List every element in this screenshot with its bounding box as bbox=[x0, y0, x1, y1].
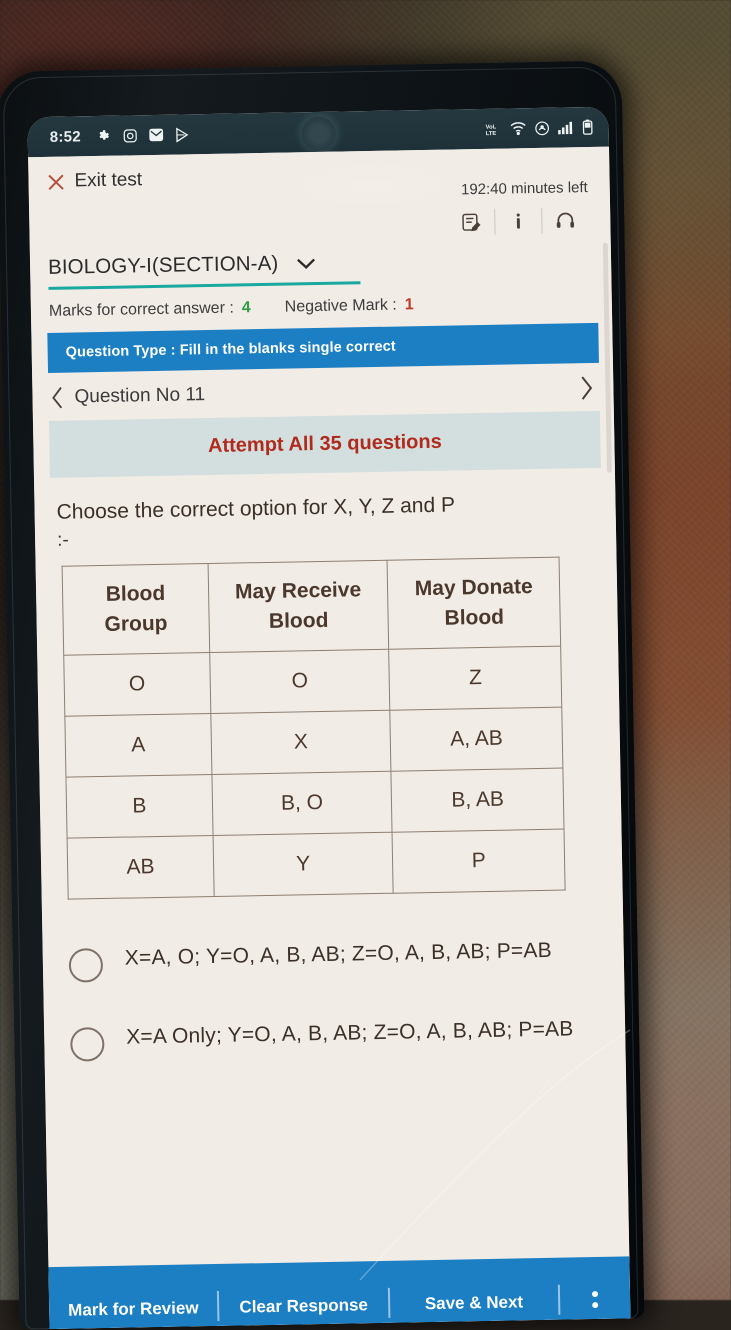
table-header-cell: May Donate Blood bbox=[387, 558, 560, 650]
phone-device: 8:52 bbox=[0, 60, 644, 1329]
question-number-label: Question No 11 bbox=[74, 384, 205, 408]
table-cell: O bbox=[64, 653, 211, 717]
table-cell: B bbox=[66, 775, 213, 839]
option-1[interactable]: X=A, O; Y=O, A, B, AB; Z=O, A, B, AB; P=… bbox=[60, 914, 606, 1003]
table-cell: X bbox=[211, 710, 392, 774]
headset-support-icon[interactable] bbox=[542, 200, 589, 241]
table-row: A X A, AB bbox=[65, 707, 563, 777]
attempt-all-banner: Attempt All 35 questions bbox=[49, 411, 601, 478]
table-row: B B, O B, AB bbox=[66, 768, 564, 838]
info-icon[interactable] bbox=[495, 201, 542, 242]
table-row: AB Y P bbox=[67, 829, 565, 899]
test-app-body: Exit test 192:40 minutes left bbox=[28, 147, 630, 1329]
note-edit-icon[interactable] bbox=[448, 202, 495, 243]
negative-label: Negative Mark : bbox=[285, 297, 397, 317]
table-cell: P bbox=[392, 829, 565, 893]
table-row: O O Z bbox=[64, 646, 562, 716]
header-line: Blood bbox=[269, 609, 329, 633]
header-line: Blood bbox=[106, 582, 166, 606]
save-and-next-button[interactable]: Save & Next bbox=[389, 1266, 558, 1315]
marks-label: Marks for correct answer : bbox=[49, 300, 234, 321]
table-cell: O bbox=[209, 649, 390, 713]
mark-for-review-button[interactable]: Mark for Review bbox=[49, 1272, 218, 1321]
exit-test-label: Exit test bbox=[74, 169, 142, 192]
vibrate-icon bbox=[535, 120, 550, 135]
header-line: May Donate bbox=[415, 576, 533, 601]
status-clock: 8:52 bbox=[50, 128, 82, 146]
battery-icon bbox=[582, 119, 592, 135]
table-header-cell: May Receive Blood bbox=[208, 561, 389, 653]
answer-options: X=A, O; Y=O, A, B, AB; Z=O, A, B, AB; P=… bbox=[42, 890, 626, 1083]
question-body: Choose the correct option for X, Y, Z an… bbox=[34, 468, 623, 901]
signal-bars-icon bbox=[558, 120, 575, 134]
settings-gear-icon bbox=[97, 128, 112, 143]
clear-response-button[interactable]: Clear Response bbox=[219, 1269, 388, 1318]
mail-icon bbox=[149, 128, 164, 142]
table-cell: Y bbox=[213, 832, 394, 896]
svg-text:LTE: LTE bbox=[486, 131, 497, 137]
bottom-action-bar: Mark for Review Clear Response Save & Ne… bbox=[48, 1256, 630, 1329]
front-camera-punch-hole bbox=[301, 116, 336, 151]
exit-test-button[interactable]: Exit test bbox=[46, 169, 142, 193]
instagram-icon bbox=[123, 128, 138, 143]
header-line: May Receive bbox=[235, 579, 361, 604]
table-cell: AB bbox=[67, 836, 214, 900]
radio-button-icon[interactable] bbox=[70, 1027, 105, 1062]
wifi-icon bbox=[510, 121, 527, 135]
table-header-row: Blood Group May Receive Blood May Donate… bbox=[62, 558, 561, 656]
close-icon bbox=[46, 172, 65, 191]
chevron-down-icon[interactable] bbox=[296, 257, 316, 270]
blood-group-table: Blood Group May Receive Blood May Donate… bbox=[62, 557, 566, 900]
header-line: Group bbox=[104, 612, 167, 636]
table-cell: B, O bbox=[212, 771, 393, 835]
volte-icon: VoL LTE bbox=[486, 121, 502, 136]
header-line: Blood bbox=[444, 606, 504, 630]
option-label: X=A Only; Y=O, A, B, AB; Z=O, A, B, AB; … bbox=[126, 1013, 574, 1053]
status-right-icons: VoL LTE bbox=[486, 119, 593, 137]
option-label: X=A, O; Y=O, A, B, AB; Z=O, A, B, AB; P=… bbox=[125, 935, 553, 975]
table-cell: Z bbox=[389, 646, 562, 710]
more-vertical-icon[interactable] bbox=[560, 1268, 631, 1308]
table-cell: A bbox=[65, 714, 212, 778]
radio-button-icon[interactable] bbox=[69, 948, 104, 983]
table-header-cell: Blood Group bbox=[62, 564, 209, 655]
negative-value: 1 bbox=[405, 296, 414, 314]
chevron-right-icon[interactable] bbox=[579, 375, 593, 401]
section-name: BIOLOGY-I(SECTION-A) bbox=[48, 252, 279, 280]
svg-text:VoL: VoL bbox=[486, 124, 497, 130]
chevron-left-icon[interactable] bbox=[50, 386, 64, 410]
phone-screen: 8:52 bbox=[27, 107, 630, 1329]
timer-text: 192:40 minutes left bbox=[461, 161, 594, 198]
play-store-icon bbox=[175, 127, 189, 142]
status-left-icons bbox=[97, 127, 189, 144]
marks-value: 4 bbox=[242, 299, 251, 317]
option-2[interactable]: X=A Only; Y=O, A, B, AB; Z=O, A, B, AB; … bbox=[62, 993, 608, 1082]
table-cell: A, AB bbox=[390, 707, 563, 771]
table-cell: B, AB bbox=[391, 768, 564, 832]
